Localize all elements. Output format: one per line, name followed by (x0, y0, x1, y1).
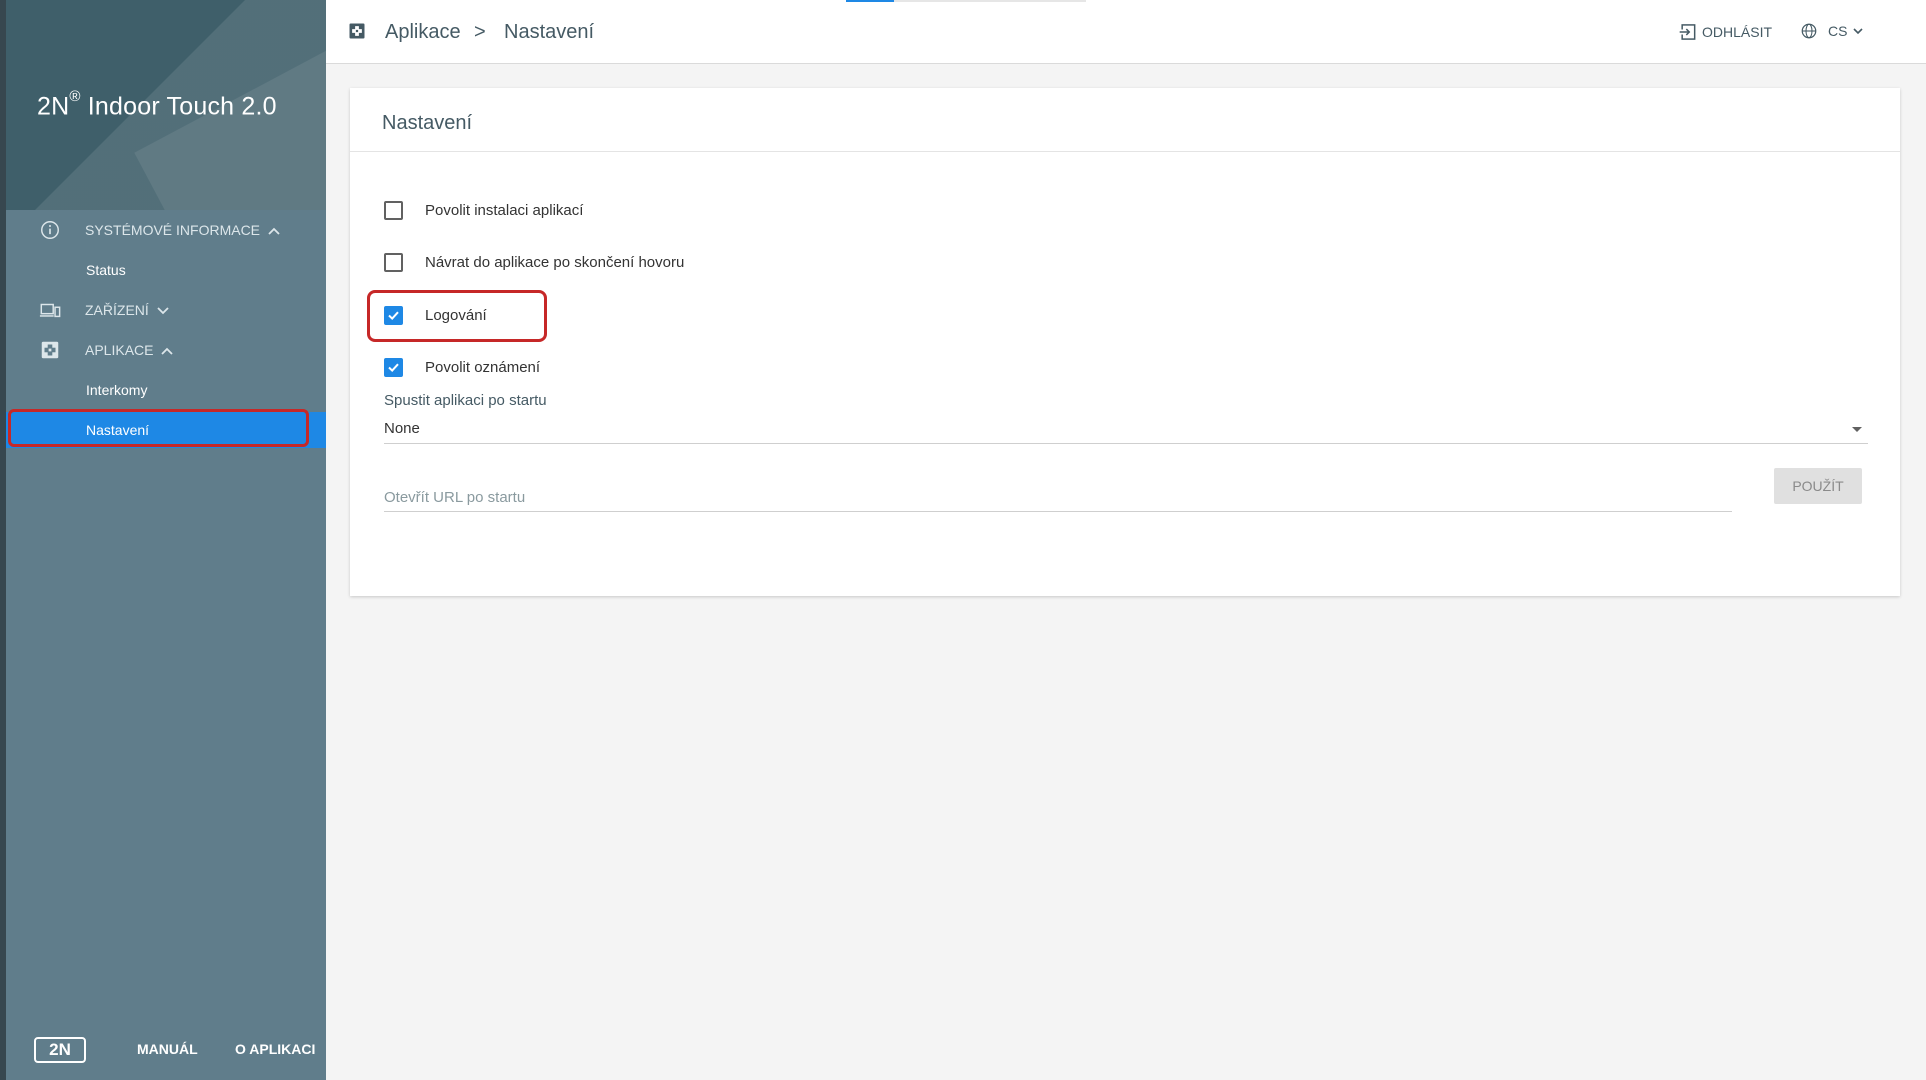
checkbox-label: Povolit instalaci aplikací (425, 201, 584, 219)
checkbox-allow-app-install[interactable]: Povolit instalaci aplikací (384, 196, 583, 224)
apply-button[interactable]: POUŽÍT (1774, 468, 1862, 504)
nav-section-devices[interactable]: Zařízení (6, 290, 326, 330)
devices-icon (39, 303, 61, 318)
select-value: None (384, 420, 420, 437)
card-title: Nastavení (382, 112, 473, 134)
sidebar-item-intercoms[interactable]: Interkomy (6, 372, 326, 408)
breadcrumb-separator: > (474, 21, 486, 43)
sidebar-item-settings[interactable]: Nastavení (6, 409, 326, 448)
sidebar-item-status[interactable]: Status (6, 252, 326, 288)
brand-logo: 2N (34, 1037, 86, 1063)
chevron-down-icon (1853, 27, 1864, 34)
topbar: Aplikace > Nastavení ODHLÁSIT CS (326, 0, 1926, 64)
logout-button[interactable]: ODHLÁSIT (1678, 22, 1772, 42)
checkbox-label: Logování (425, 306, 487, 324)
language-label: CS (1828, 23, 1848, 39)
check-icon (388, 363, 399, 372)
checkbox-label: Návrat do aplikace po skončení hovoru (425, 253, 685, 271)
checkbox-box[interactable] (384, 252, 403, 272)
language-selector[interactable]: CS (1800, 22, 1864, 40)
settings-card: Nastavení Povolit instalaci aplikací Náv… (350, 88, 1900, 596)
breadcrumb-applications[interactable]: Aplikace (385, 21, 461, 44)
breadcrumb-current: Nastavení (504, 21, 595, 43)
checkbox-box[interactable] (384, 200, 403, 220)
tab-indicator-track (846, 0, 1086, 2)
check-icon (388, 311, 399, 320)
chevron-up-icon (268, 227, 280, 235)
divider (350, 151, 1900, 152)
globe-icon (1801, 23, 1817, 39)
sidebar-header: 2N® Indoor Touch 2.0 (6, 0, 326, 210)
sidebar-item-label: Status (86, 262, 126, 278)
app-title: 2N® Indoor Touch 2.0 (37, 88, 277, 121)
logout-label: ODHLÁSIT (1702, 24, 1773, 40)
startup-app-label: Spustit aplikaci po startu (384, 392, 547, 409)
checkbox-logging[interactable]: Logování (384, 301, 487, 329)
manual-link[interactable]: MANUÁL (137, 1041, 198, 1057)
nav-section-label: Systémové informace (85, 222, 261, 238)
checkbox-box[interactable] (384, 357, 403, 377)
startup-app-select[interactable]: None (384, 416, 1868, 444)
logout-icon (1679, 24, 1696, 40)
sidebar: 2N® Indoor Touch 2.0 Systémové informace… (0, 0, 326, 1080)
nav-section-label: Aplikace (85, 342, 154, 358)
checkbox-allow-notifications[interactable]: Povolit oznámení (384, 353, 540, 381)
apps-icon (349, 23, 365, 39)
checkbox-box[interactable] (384, 305, 403, 325)
sidebar-item-label: Interkomy (86, 382, 148, 398)
nav-section-applications[interactable]: Aplikace (6, 330, 326, 370)
nav-section-system-info[interactable]: Systémové informace (6, 210, 326, 250)
highlight-frame (8, 409, 309, 447)
apps-icon (41, 341, 59, 359)
checkbox-return-after-call[interactable]: Návrat do aplikace po skončení hovoru (384, 248, 684, 276)
about-link[interactable]: O APLIKACI (235, 1041, 315, 1057)
tab-indicator (846, 0, 894, 2)
nav-section-label: Zařízení (85, 302, 149, 318)
sidebar-footer: 2N MANUÁL O APLIKACI (6, 1020, 326, 1080)
sidebar-item-label: Nastavení (86, 422, 150, 438)
startup-url-input[interactable] (384, 484, 1732, 512)
dropdown-arrow-icon (1852, 427, 1862, 432)
info-icon (41, 221, 59, 239)
checkbox-label: Povolit oznámení (425, 358, 541, 376)
chevron-down-icon (157, 307, 169, 315)
chevron-up-icon (161, 347, 174, 355)
